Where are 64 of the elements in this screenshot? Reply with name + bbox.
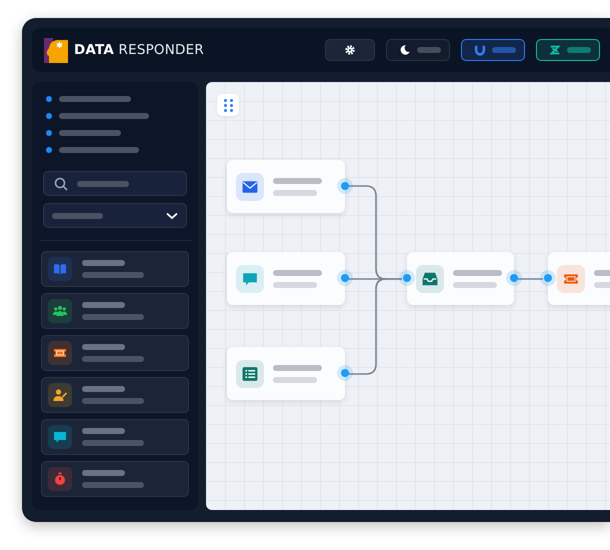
skeleton-line (82, 314, 144, 320)
sidebar-card[interactable] (41, 251, 189, 287)
flow-node-card[interactable] (227, 160, 345, 213)
sidebar-card[interactable] (41, 293, 189, 329)
sidebar-card[interactable] (41, 461, 189, 497)
search-icon (54, 176, 68, 190)
flow-node-card[interactable] (407, 252, 514, 305)
skeleton-line (82, 428, 125, 434)
connector-dot[interactable] (510, 274, 518, 282)
connector-dot[interactable] (544, 274, 552, 282)
sidebar-card[interactable] (41, 335, 189, 371)
skeleton-line (567, 47, 591, 53)
skeleton-line (82, 482, 144, 488)
skeleton-line (273, 376, 317, 382)
skeleton-line (273, 178, 322, 184)
sidebar-card[interactable] (41, 377, 189, 413)
grip-dots-icon (224, 98, 232, 112)
logo-icon (44, 38, 69, 62)
moon-icon (399, 44, 411, 56)
zigzag-icon (549, 44, 561, 56)
connector-dot[interactable] (341, 182, 349, 190)
skeleton-line (82, 470, 125, 476)
skeleton-line (82, 302, 125, 308)
skeleton-line (52, 212, 103, 218)
magnet-icon (474, 44, 486, 56)
skeleton-line (59, 130, 121, 136)
skeleton-line (82, 398, 144, 404)
connector-dot[interactable] (341, 274, 349, 282)
logo-text: DATA RESPONDER (74, 42, 204, 58)
skeleton-line (59, 96, 131, 102)
skeleton-line (273, 190, 317, 196)
skeleton-line (273, 282, 317, 288)
magnet-button[interactable] (461, 39, 525, 61)
skeleton-line (453, 282, 497, 288)
skeleton-line (82, 272, 144, 278)
settings-icon (344, 44, 356, 56)
sidebar-card[interactable] (41, 419, 189, 455)
skeleton-line (453, 270, 502, 276)
connector-dot[interactable] (403, 274, 411, 282)
dot (46, 147, 52, 153)
dropdown-field[interactable] (43, 203, 187, 228)
skeleton-line (492, 47, 516, 53)
skeleton-line (77, 180, 129, 186)
dot (46, 130, 52, 136)
skeleton-line (82, 356, 144, 362)
drag-handle[interactable] (217, 94, 239, 116)
flow-node-card[interactable] (227, 252, 345, 305)
skeleton-line (82, 260, 125, 266)
skeleton-line (417, 47, 441, 53)
settings-button[interactable] (325, 39, 375, 61)
skeleton-line (273, 364, 322, 370)
skeleton-line (82, 386, 125, 392)
skeleton-line (82, 344, 125, 350)
connector-dot[interactable] (341, 369, 349, 377)
dot (46, 113, 52, 119)
skeleton-line (273, 270, 322, 276)
search-field[interactable] (43, 171, 187, 196)
skeleton-line (82, 440, 144, 446)
zap-button[interactable] (536, 39, 600, 61)
connector-line (517, 278, 543, 280)
flow-node-card[interactable] (227, 347, 345, 400)
theme-button[interactable] (386, 39, 450, 61)
chevron-down-icon (166, 212, 178, 220)
dot (46, 96, 52, 102)
